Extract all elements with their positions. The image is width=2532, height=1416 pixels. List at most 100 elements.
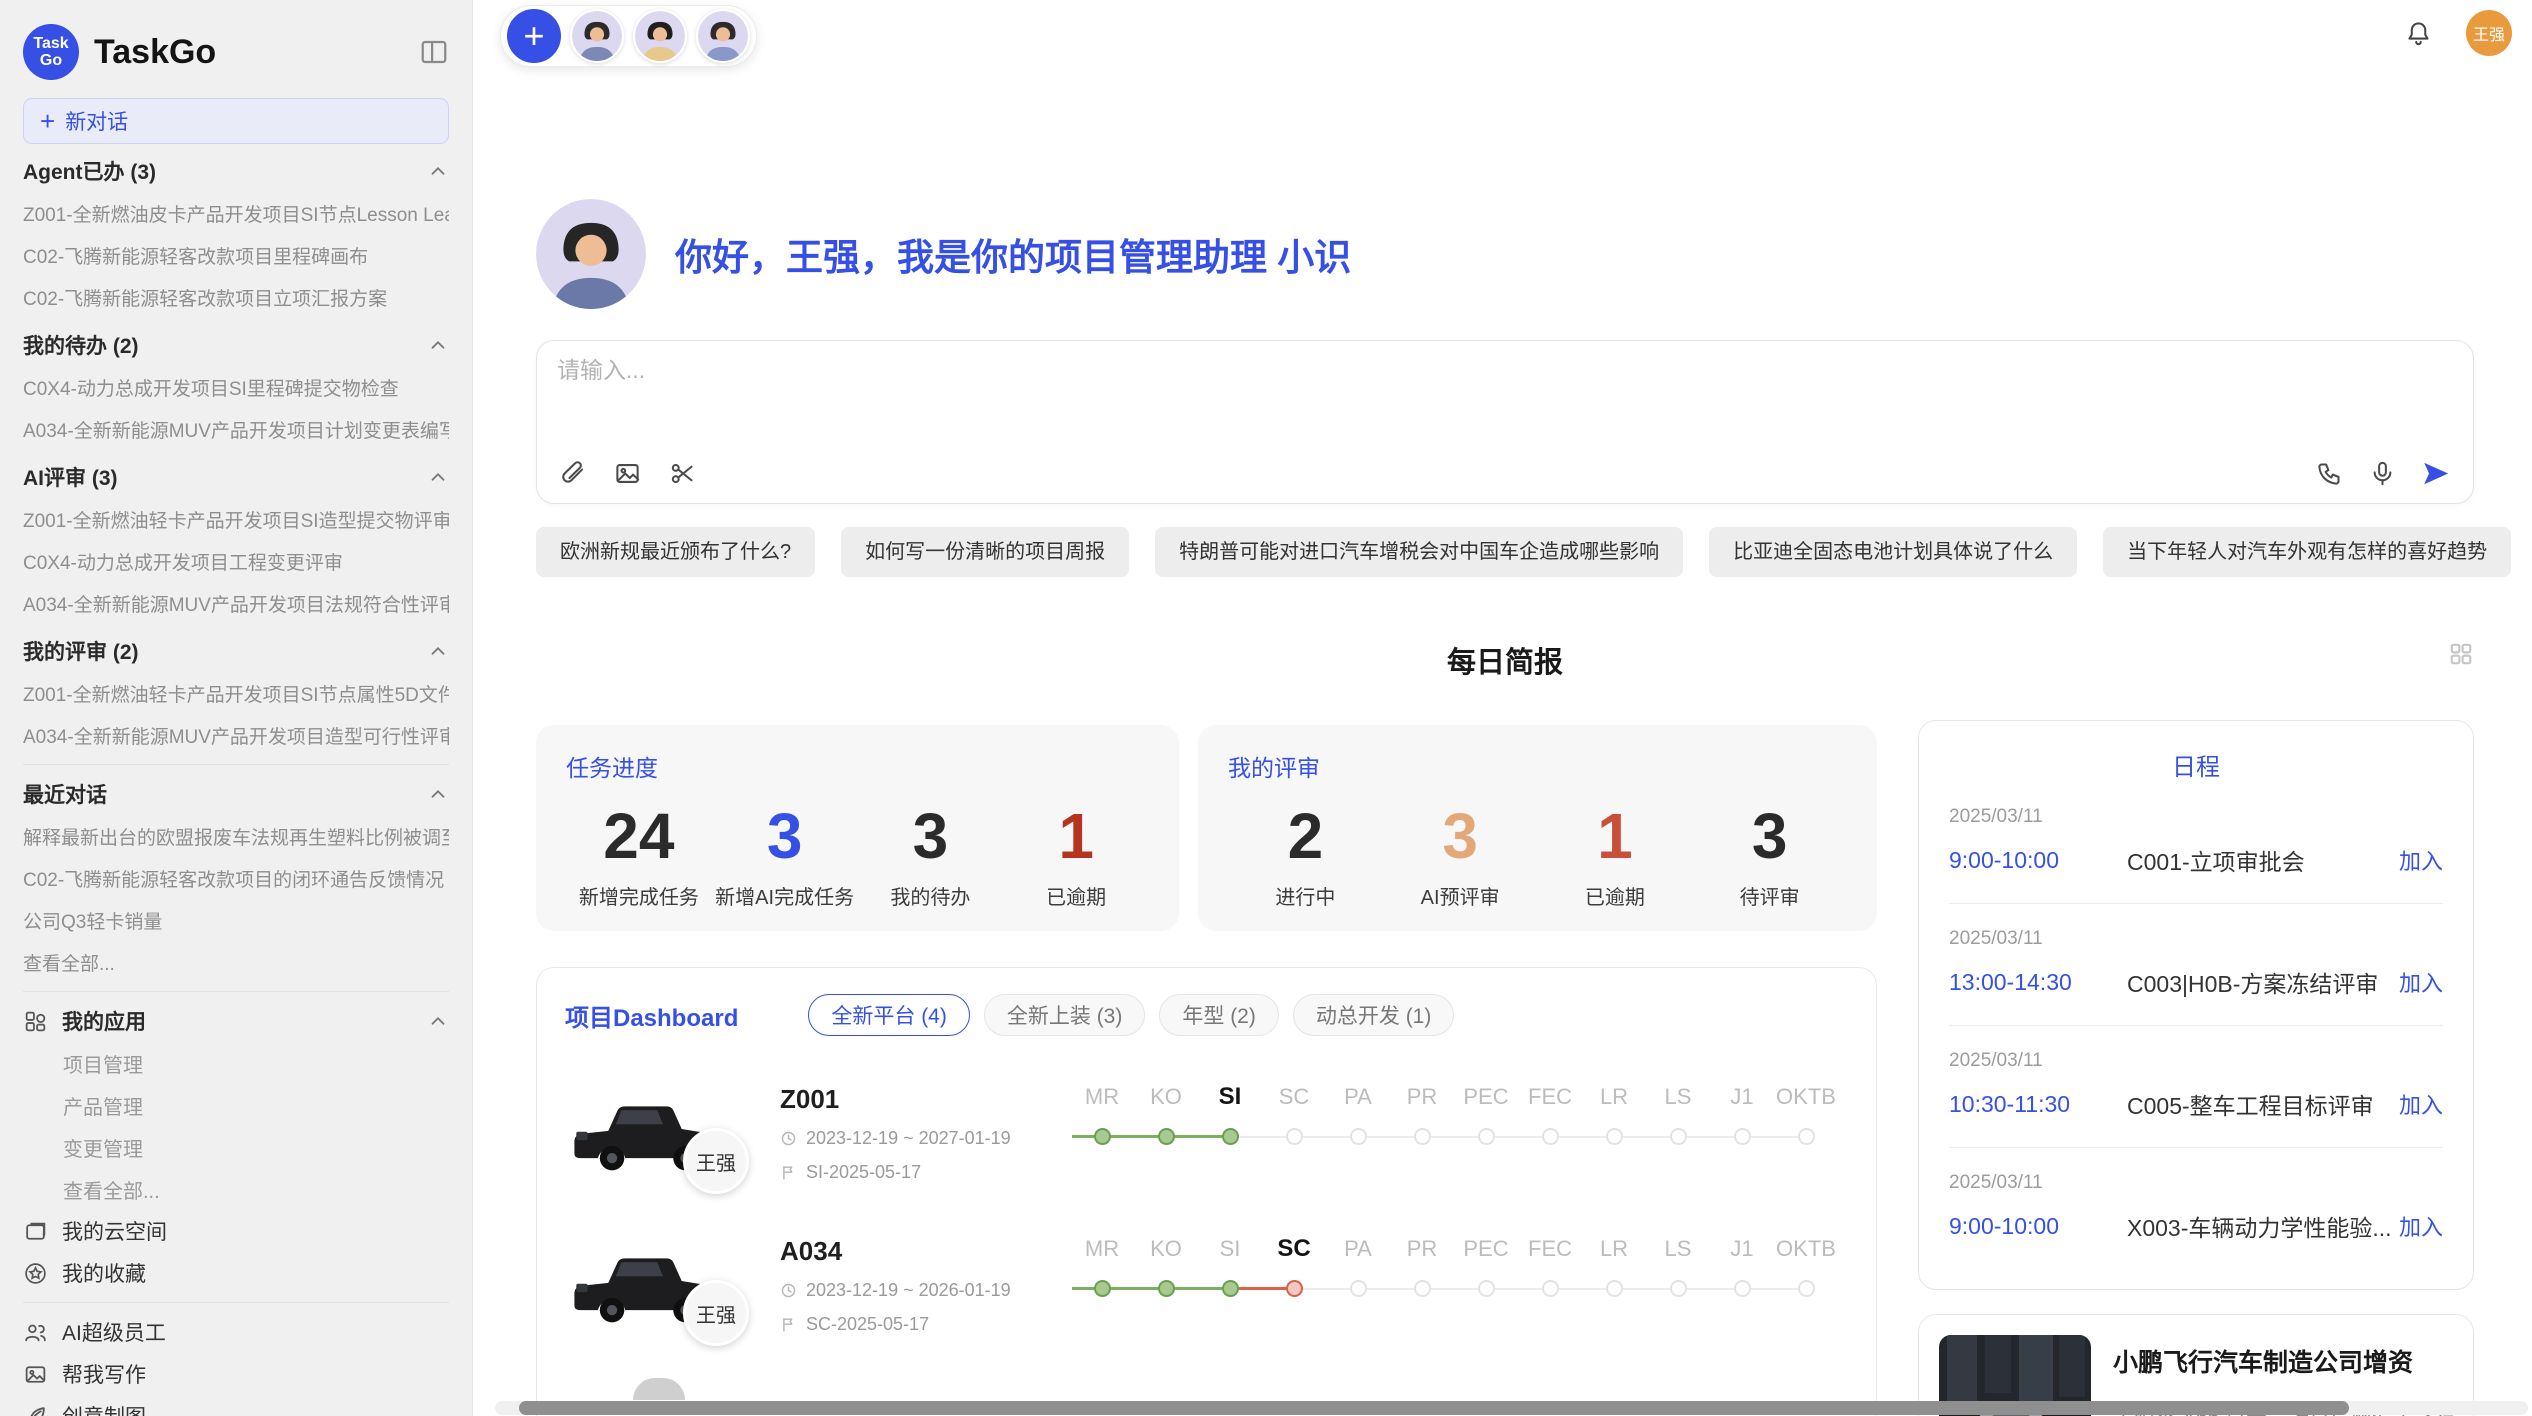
sidebar-recent-chat-item[interactable]: C02-飞腾新能源轻客改款项目的闭环通告反馈情况 [23,857,449,899]
sidebar-app-subitem[interactable]: 查看全部... [23,1168,449,1210]
assistant-avatar [536,199,646,309]
sidebar-tool-AI超级员工[interactable]: AI超级员工 [23,1311,449,1353]
daily-brief-title: 每日简报 [1447,647,1563,679]
app-title: TaskGo [94,33,419,72]
stat-value: 1 [1003,797,1149,875]
right-column: 日程 2025/03/119:00-10:00C001-立项审批会加入2025/… [1918,720,2474,1416]
join-meeting-link[interactable]: 加入 [2399,844,2443,876]
join-meeting-link[interactable]: 加入 [2399,966,2443,998]
stat-value: 3 [712,797,858,875]
sidebar-task-item[interactable]: C0X4-动力总成开发项目工程变更评审 [23,540,449,582]
app-logo: Task Go [23,24,79,80]
user-avatar[interactable]: 王强 [2466,10,2512,56]
suggestion-chip[interactable]: 当下年轻人对汽车外观有怎样的喜好趋势 [2103,527,2511,577]
project-owner-badge: 王强 [683,1128,749,1194]
dashboard-tabs: 全新平台 (4) 全新上装 (3) 年型 (2) 动总开发 (1) [808,994,1454,1036]
milestone-label: SI [1198,1080,1262,1114]
people-icon [23,1320,48,1345]
chevron-up-icon[interactable] [427,334,449,356]
milestone-connector [1102,1287,1166,1290]
milestone-connector [1230,1136,1294,1138]
stat-value: 2 [1228,797,1383,875]
new-session-button[interactable]: + [507,9,561,63]
schedule-meeting-title: X003-车辆动力学性能验... [2127,1209,2399,1243]
sidebar-item-我的云空间[interactable]: 我的云空间 [23,1210,449,1252]
milestone-connector [1742,1288,1806,1290]
phone-icon[interactable] [2316,460,2343,487]
milestone-dot [1286,1128,1303,1145]
chevron-up-icon[interactable] [427,160,449,182]
composer-left-icons [559,460,696,487]
dashboard-header: 项目Dashboard 全新平台 (4) 全新上装 (3) 年型 (2) 动总开发 (… [537,968,1876,1044]
sidebar-section-header: 我的应用 [23,1000,449,1042]
sidebar-section-header: AI评审 (3) [23,456,449,498]
suggestion-chip[interactable]: 比亚迪全固态电池计划具体说了什么 [1709,527,2077,577]
milestone-dot [1478,1280,1495,1297]
horizontal-scrollbar-thumb[interactable] [519,1401,2349,1415]
composer [536,340,2474,504]
paperclip-icon[interactable] [559,460,586,487]
sidebar-task-item[interactable]: A034-全新新能源MUV产品开发项目造型可行性评审 [23,714,449,756]
image-icon[interactable] [614,460,641,487]
milestone-label: LS [1646,1232,1710,1266]
suggestion-chip[interactable]: 特朗普可能对进口汽车增税会对中国车企造成哪些影响 [1155,527,1683,577]
milestone-track: MRKOSISCPAPRPECFECLRLSJ1OKTB [1070,1078,1838,1145]
dashboard-tab[interactable]: 年型 (2) [1159,994,1279,1036]
session-avatar[interactable] [696,9,750,63]
mic-icon[interactable] [2369,460,2396,487]
sidebar-app-subitem[interactable]: 变更管理 [23,1126,449,1168]
sidebar-tool-帮我写作[interactable]: 帮我写作 [23,1353,449,1395]
milestone-connector [1486,1136,1550,1138]
session-avatar[interactable] [570,9,624,63]
horizontal-scrollbar[interactable] [495,1401,2528,1415]
dashboard-tab[interactable]: 动总开发 (1) [1293,994,1455,1036]
notification-bell-icon[interactable] [2405,20,2432,47]
sidebar-section-header: 我的待办 (2) [23,324,449,366]
sidebar-collapse-icon[interactable] [419,37,449,67]
dashboard-tab[interactable]: 全新平台 (4) [808,994,970,1036]
suggestion-chip[interactable]: 如何写一份清晰的项目周报 [841,527,1129,577]
layout-grid-icon[interactable] [2448,641,2474,667]
sidebar-task-item[interactable]: Z001-全新燃油轻卡产品开发项目SI节点属性5D文件评审 [23,672,449,714]
sidebar-section-title: 我的评审 (2) [23,636,139,666]
milestone-connector [1102,1135,1166,1138]
window-icon [23,1219,48,1244]
chevron-up-icon[interactable] [427,640,449,662]
sidebar-recent-chat-item[interactable]: 公司Q3轻卡销量 [23,899,449,941]
sidebar-divider [23,991,449,992]
sidebar-recent-chat-item[interactable]: 解释最新出台的欧盟报废车法规再生塑料比例被调至15%... [23,815,449,857]
sidebar-task-item[interactable]: A034-全新新能源MUV产品开发项目计划变更表编写 [23,408,449,450]
sidebar-task-item[interactable]: C02-飞腾新能源轻客改款项目里程碑画布 [23,234,449,276]
sidebar-task-item[interactable]: Z001-全新燃油皮卡产品开发项目SI节点Lesson Learn报告 [23,192,449,234]
join-meeting-link[interactable]: 加入 [2399,1210,2443,1242]
milestone-track: MRKOSISCPAPRPECFECLRLSJ1OKTB [1070,1230,1838,1297]
stat-label: 新增完成任务 [566,881,712,910]
project-next-node: SI-2025-05-17 [780,1162,1030,1183]
send-icon[interactable] [2422,460,2449,487]
schedule-line: 13:00-14:30C003|H0B-方案冻结评审加入 [1949,965,2443,999]
sidebar-tool-创意制图[interactable]: 创意制图 [23,1395,449,1416]
sidebar-task-item[interactable]: Z001-全新燃油轻卡产品开发项目SI造型提交物评审 [23,498,449,540]
join-meeting-link[interactable]: 加入 [2399,1088,2443,1120]
new-chat-button[interactable]: + 新对话 [23,98,449,144]
milestone-label: J1 [1710,1232,1774,1266]
sidebar-section-title: 我的应用 [62,1006,146,1036]
scissors-icon[interactable] [669,460,696,487]
sidebar-recent-chat-item[interactable]: 查看全部... [23,941,449,983]
suggestion-chip[interactable]: 欧洲新规最近颁布了什么? [536,527,815,577]
sidebar-item-我的收藏[interactable]: 我的收藏 [23,1252,449,1294]
chevron-up-icon[interactable] [427,466,449,488]
message-input[interactable] [557,357,2453,384]
dashboard-title: 项目Dashboard [565,998,738,1033]
stat-label: 进行中 [1228,881,1383,910]
sidebar-task-item[interactable]: C02-飞腾新能源轻客改款项目立项汇报方案 [23,276,449,318]
sidebar-task-item[interactable]: C0X4-动力总成开发项目SI里程碑提交物检查 [23,366,449,408]
chevron-up-icon[interactable] [427,1010,449,1032]
chevron-up-icon[interactable] [427,783,449,805]
session-avatar[interactable] [633,9,687,63]
sidebar-app-subitem[interactable]: 项目管理 [23,1042,449,1084]
sidebar-app-subitem[interactable]: 产品管理 [23,1084,449,1126]
view-all-schedule-link[interactable]: 查看所有日程 [1919,1269,2473,1290]
dashboard-tab[interactable]: 全新上装 (3) [984,994,1146,1036]
sidebar-task-item[interactable]: A034-全新新能源MUV产品开发项目法规符合性评审 [23,582,449,624]
